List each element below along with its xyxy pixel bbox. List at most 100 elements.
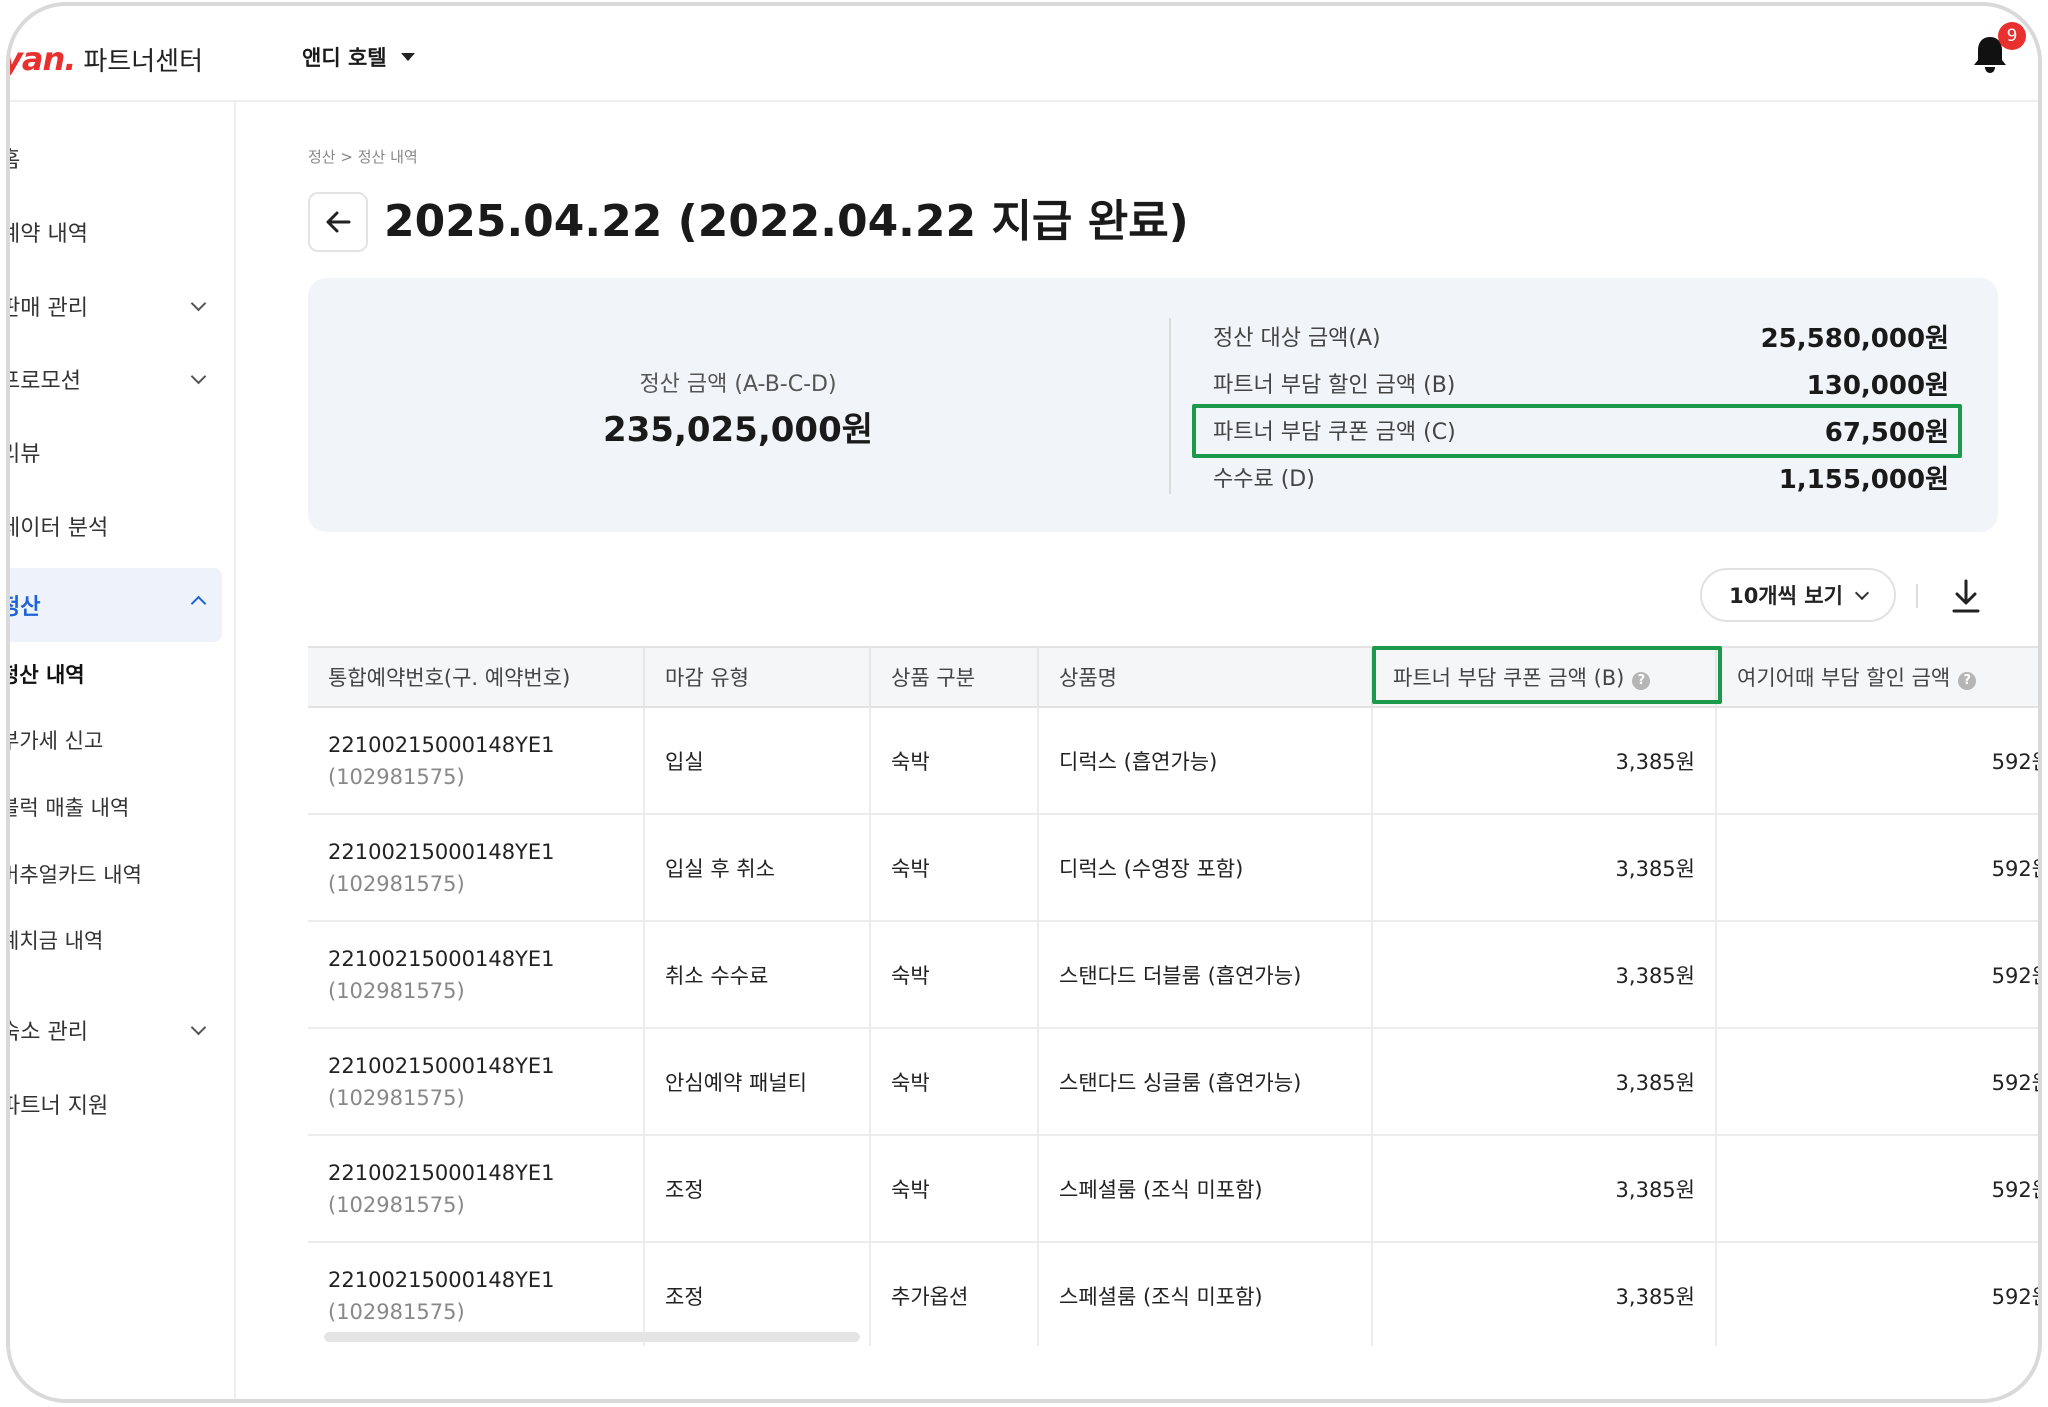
summary-row-partner-discount: 파트너 부담 할인 금액 (B) 130,000원	[1203, 363, 1959, 403]
column-header-product-category[interactable]: 상품 구분	[870, 646, 1039, 708]
sidebar-item-property[interactable]: 숙소 관리	[6, 998, 222, 1062]
chevron-down-icon	[190, 1019, 207, 1036]
coupon-highlight-box	[1192, 404, 1962, 458]
sidebar-item-sales[interactable]: 판매 관리	[6, 274, 222, 338]
summary-row-value: 130,000원	[1806, 370, 1949, 401]
caret-down-icon	[400, 53, 415, 61]
hotel-name: 앤디 호텔	[302, 46, 387, 70]
settlement-total: 정산 금액 (A-B-C-D) 235,025,000원	[308, 278, 1168, 532]
toolbar-divider	[1916, 584, 1918, 608]
cell-platform-discount: 592원	[1716, 1242, 2038, 1346]
cell-partner-coupon: 3,385원	[1372, 1242, 1717, 1346]
page-size-label: 10개씩 보기	[1729, 584, 1843, 608]
sidebar-subitem-label: 블럭 매출 내역	[6, 796, 130, 820]
column-header-reservation-id[interactable]: 통합예약번호(구. 예약번호)	[308, 646, 645, 708]
table-row: 22100215000148YE1 (102981575) 조정 추가옵션 스페셜…	[308, 1242, 2038, 1346]
sidebar-item-settlement[interactable]: 정산	[10, 568, 222, 642]
sidebar-item-label: 프로모션	[6, 369, 81, 394]
sidebar-subitem-settlement-history[interactable]: 정산 내역	[10, 654, 85, 694]
cell-closing-type: 조정	[644, 1135, 871, 1243]
help-icon[interactable]: ?	[1958, 672, 1977, 690]
cell-closing-type: 입실	[644, 707, 871, 815]
reservation-id[interactable]: 22100215000148YE1	[328, 947, 643, 971]
hotel-selector[interactable]: 앤디 호텔	[302, 42, 415, 72]
cell-product-category: 숙박	[870, 1135, 1039, 1243]
sidebar-subitem-vat-report[interactable]: 부가세 신고	[6, 720, 104, 760]
sidebar-subitem-label: 예치금 내역	[6, 929, 104, 953]
summary-row-fee: 수수료 (D) 1,155,000원	[1203, 457, 1959, 497]
horizontal-scrollbar[interactable]	[324, 1332, 860, 1342]
sidebar-item-label: 판매 관리	[6, 296, 88, 321]
cell-platform-discount: 592원	[1716, 814, 2038, 922]
app-window: yan. 파트너센터 앤디 호텔 9 홈 예약 내역 판매 관리 프로모션	[6, 2, 2042, 1403]
cell-closing-type: 입실 후 취소	[644, 814, 871, 922]
cell-partner-coupon: 3,385원	[1372, 921, 1717, 1029]
sidebar-item-partner-support[interactable]: 파트너 지원	[6, 1072, 222, 1136]
sidebar-subitem-label: 버추얼카드 내역	[6, 863, 142, 887]
cell-product-name: 스탠다드 더블룸 (흡연가능)	[1038, 921, 1373, 1029]
old-reservation-id: (102981575)	[328, 871, 465, 896]
summary-row-label: 파트너 부담 할인 금액 (B)	[1213, 373, 1456, 398]
back-button[interactable]	[308, 192, 368, 252]
notification-badge: 9	[1998, 22, 2026, 50]
cell-closing-type: 조정	[644, 1242, 871, 1346]
cell-reservation-id: 22100215000148YE1 (102981575)	[308, 921, 645, 1029]
sidebar-item-label: 예약 내역	[6, 222, 88, 247]
page-size-select[interactable]: 10개씩 보기	[1700, 568, 1896, 622]
column-header-product-name[interactable]: 상품명	[1038, 646, 1373, 708]
settlement-total-value: 235,025,000원	[602, 410, 874, 450]
table-row: 22100215000148YE1 (102981575) 입실 숙박 디럭스 (…	[308, 707, 2038, 815]
reservation-id[interactable]: 22100215000148YE1	[328, 1054, 643, 1078]
reservation-id[interactable]: 22100215000148YE1	[328, 840, 643, 864]
summary-row-label: 정산 대상 금액(A)	[1213, 326, 1381, 351]
sidebar-item-analytics[interactable]: 데이터 분석	[10, 494, 222, 558]
cell-reservation-id: 22100215000148YE1 (102981575)	[308, 1135, 645, 1243]
sidebar-item-reviews[interactable]: 리뷰	[10, 420, 222, 484]
cell-reservation-id: 22100215000148YE1 (102981575)	[308, 1028, 645, 1136]
cell-product-name: 스페셜룸 (조식 미포함)	[1038, 1242, 1373, 1346]
reservation-id[interactable]: 22100215000148YE1	[328, 1161, 643, 1185]
column-header-platform-discount[interactable]: 여기어때 부담 할인 금액?	[1716, 646, 2038, 708]
sidebar-subitem-virtual-card[interactable]: 버추얼카드 내역	[6, 854, 142, 894]
cell-platform-discount: 592원	[1716, 707, 2038, 815]
old-reservation-id: (102981575)	[328, 764, 465, 789]
sidebar-item-label: 파트너 지원	[6, 1094, 109, 1119]
notification-button[interactable]: 9	[1972, 22, 2026, 78]
sidebar-subitem-label: 부가세 신고	[6, 729, 104, 753]
breadcrumb: 정산 > 정산 내역	[308, 148, 418, 166]
sidebar-subitem-deposit[interactable]: 예치금 내역	[6, 920, 104, 960]
sidebar-item-reservations[interactable]: 예약 내역	[6, 200, 222, 264]
cell-closing-type: 취소 수수료	[644, 921, 871, 1029]
cell-product-category: 추가옵션	[870, 1242, 1039, 1346]
chevron-down-icon	[1854, 585, 1869, 600]
sidebar-item-label: 숙소 관리	[6, 1020, 88, 1045]
sidebar-item-promotion[interactable]: 프로모션	[6, 347, 222, 411]
cell-product-category: 숙박	[870, 814, 1039, 922]
sidebar-item-home[interactable]: 홈	[10, 126, 222, 190]
download-button[interactable]	[1948, 576, 1984, 616]
download-icon	[1952, 579, 1980, 613]
chevron-up-icon	[190, 595, 207, 612]
table-row: 22100215000148YE1 (102981575) 안심예약 패널티 숙박…	[308, 1028, 2038, 1136]
logo[interactable]: yan. 파트너센터	[6, 40, 203, 78]
cell-platform-discount: 592원	[1716, 1028, 2038, 1136]
settlement-summary: 정산 금액 (A-B-C-D) 235,025,000원 정산 대상 금액(A)…	[308, 278, 1998, 532]
logo-mark: yan.	[6, 40, 76, 78]
old-reservation-id: (102981575)	[328, 1085, 465, 1110]
chevron-down-icon	[190, 368, 207, 385]
table-row: 22100215000148YE1 (102981575) 조정 숙박 스페셜룸 …	[308, 1135, 2038, 1243]
sidebar-item-label: 리뷰	[10, 442, 41, 467]
old-reservation-id: (102981575)	[328, 1192, 465, 1217]
reservation-id[interactable]: 22100215000148YE1	[328, 733, 643, 757]
cell-platform-discount: 592원	[1716, 921, 2038, 1029]
reservation-id[interactable]: 22100215000148YE1	[328, 1268, 643, 1292]
summary-row-label: 수수료 (D)	[1213, 467, 1315, 492]
sidebar-subitem-block-sales[interactable]: 블럭 매출 내역	[6, 787, 130, 827]
column-header-closing-type[interactable]: 마감 유형	[644, 646, 871, 708]
cell-partner-coupon: 3,385원	[1372, 1028, 1717, 1136]
cell-product-category: 숙박	[870, 921, 1039, 1029]
table-row: 22100215000148YE1 (102981575) 취소 수수료 숙박 스…	[308, 921, 2038, 1029]
top-bar: yan. 파트너센터 앤디 호텔 9	[10, 6, 2038, 102]
cell-reservation-id: 22100215000148YE1 (102981575)	[308, 707, 645, 815]
old-reservation-id: (102981575)	[328, 978, 465, 1003]
